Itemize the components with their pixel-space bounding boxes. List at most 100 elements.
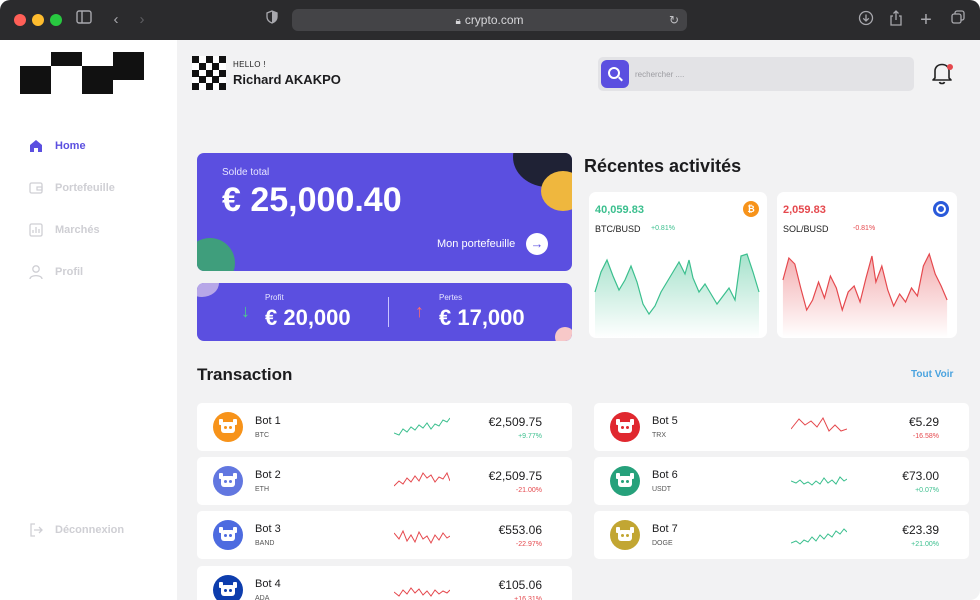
address-bar[interactable]: 🔒︎ crypto.com ↻ — [292, 9, 687, 31]
sidebar-item-marches[interactable]: Marchés — [28, 220, 100, 240]
transaction-change: -22.97% — [515, 541, 542, 548]
card-decoration — [197, 283, 219, 297]
transaction-amount: €2,509.75 — [488, 415, 542, 429]
transaction-row[interactable]: Bot 2 ETH €2,509.75 -21.00% — [197, 457, 572, 505]
activity-card-btc[interactable]: 40,059.83 BTC/BUSD +0.81% ₿ — [589, 192, 767, 338]
transaction-symbol: DOGE — [652, 540, 673, 547]
transaction-amount: €5.29 — [908, 415, 939, 429]
greeting: HELLO ! — [233, 60, 266, 69]
balance-value: € 25,000.40 — [222, 181, 402, 219]
transaction-amount: €73.00 — [902, 469, 939, 483]
activity-price: 2,059.83 — [783, 204, 826, 216]
activity-chart — [782, 252, 948, 338]
transaction-name: Bot 7 — [652, 523, 678, 535]
maximize-window-button[interactable] — [50, 14, 62, 26]
sidebar-item-portefeuille[interactable]: Portefeuille — [28, 178, 115, 198]
transaction-change: -16.58% — [912, 433, 939, 440]
main-content: HELLO ! Richard AKAKPO Solde total € 25,… — [177, 40, 980, 600]
url-text: crypto.com — [464, 13, 524, 27]
transaction-symbol: BAND — [255, 540, 275, 547]
bot-icon — [213, 575, 243, 600]
back-icon[interactable]: ‹ — [106, 10, 126, 30]
balance-label: Solde total — [222, 167, 270, 178]
brand-logo[interactable] — [20, 52, 144, 94]
transaction-name: Bot 2 — [255, 469, 281, 481]
transaction-sparkline — [394, 529, 450, 545]
activity-card-sol[interactable]: 2,059.83 SOL/BUSD -0.81% — [777, 192, 957, 338]
loss-label: Pertes — [439, 293, 463, 302]
transaction-name: Bot 5 — [652, 415, 678, 427]
browser-window: ‹ › 🔒︎ crypto.com ↻ + Home Portefeuille … — [0, 0, 980, 600]
activity-change: +0.81% — [651, 225, 675, 232]
transaction-row[interactable]: Bot 7 DOGE €23.39 +21.00% — [594, 511, 969, 559]
search-bar — [598, 57, 914, 91]
close-window-button[interactable] — [14, 14, 26, 26]
minimize-window-button[interactable] — [32, 14, 44, 26]
transaction-row[interactable]: Bot 3 BAND €553.06 -22.97% — [197, 511, 572, 559]
sidebar-item-label: Marchés — [55, 224, 100, 236]
wallet-link[interactable]: Mon portefeuille — [437, 238, 515, 250]
bot-icon — [213, 412, 243, 442]
profit-label: Profit — [265, 293, 284, 302]
sidebar-item-label: Home — [55, 140, 86, 152]
wallet-icon — [28, 180, 44, 196]
activity-pair: SOL/BUSD — [783, 224, 829, 234]
new-tab-icon[interactable]: + — [916, 10, 936, 30]
transaction-symbol: USDT — [652, 486, 672, 493]
bot-icon — [213, 466, 243, 496]
arrow-right-icon[interactable]: → — [526, 233, 548, 255]
bitcoin-icon: ₿ — [743, 201, 759, 217]
bot-icon — [610, 520, 640, 550]
search-button[interactable] — [601, 60, 629, 88]
transaction-row[interactable]: Bot 4 ADA €105.06 +16.31% — [197, 566, 572, 600]
view-all-link[interactable]: Tout Voir — [911, 369, 953, 380]
transaction-row[interactable]: Bot 6 USDT €73.00 +0.07% — [594, 457, 969, 505]
logout-label: Déconnexion — [55, 524, 125, 536]
sidebar: Home Portefeuille Marchés Profil Déconne… — [0, 40, 177, 600]
logout-button[interactable]: Déconnexion — [28, 520, 124, 540]
bot-icon — [213, 520, 243, 550]
logout-icon — [28, 522, 44, 538]
transaction-symbol: ADA — [255, 595, 270, 600]
sidebar-item-label: Profil — [55, 266, 84, 278]
transaction-name: Bot 4 — [255, 578, 281, 590]
transaction-change: +0.07% — [915, 487, 939, 494]
transaction-change: +16.31% — [514, 596, 542, 600]
download-icon[interactable] — [856, 10, 876, 30]
tabs-overview-icon[interactable] — [948, 10, 968, 30]
transaction-sparkline — [791, 416, 847, 432]
activity-chart — [594, 253, 760, 338]
transaction-sparkline — [791, 476, 847, 486]
transaction-row[interactable]: Bot 5 TRX €5.29 -16.58% — [594, 403, 969, 451]
transaction-change: +21.00% — [911, 541, 939, 548]
chart-icon — [28, 222, 44, 238]
avatar[interactable] — [192, 56, 226, 90]
transaction-change: -21.00% — [515, 487, 542, 494]
sidebar-item-home[interactable]: Home — [28, 136, 86, 156]
reload-icon[interactable]: ↻ — [669, 9, 679, 31]
shield-icon[interactable] — [262, 10, 282, 30]
transactions-title: Transaction — [197, 365, 293, 384]
search-input[interactable] — [635, 57, 905, 91]
forward-icon[interactable]: › — [132, 10, 152, 30]
transaction-sparkline — [394, 587, 450, 597]
transaction-symbol: BTC — [255, 432, 269, 439]
activities-title: Récentes activités — [584, 156, 742, 176]
loss-value: € 17,000 — [439, 305, 525, 330]
card-decoration — [555, 327, 572, 341]
sidebar-toggle-icon[interactable] — [74, 10, 94, 30]
sidebar-item-profil[interactable]: Profil — [28, 262, 83, 282]
balance-card: Solde total € 25,000.40 Mon portefeuille… — [197, 153, 572, 271]
transaction-row[interactable]: Bot 1 BTC €2,509.75 +9.77% — [197, 403, 572, 451]
arrow-up-icon: ↑ — [415, 301, 424, 321]
transaction-amount: €2,509.75 — [488, 469, 542, 483]
transaction-name: Bot 3 — [255, 523, 281, 535]
arrow-down-icon: ↓ — [241, 301, 250, 321]
share-icon[interactable] — [886, 10, 906, 30]
notification-badge — [947, 64, 953, 70]
transaction-amount: €105.06 — [498, 578, 542, 592]
transaction-amount: €553.06 — [498, 523, 542, 537]
profit-value: € 20,000 — [265, 305, 351, 330]
card-decoration — [541, 171, 572, 211]
transaction-sparkline — [791, 528, 847, 545]
